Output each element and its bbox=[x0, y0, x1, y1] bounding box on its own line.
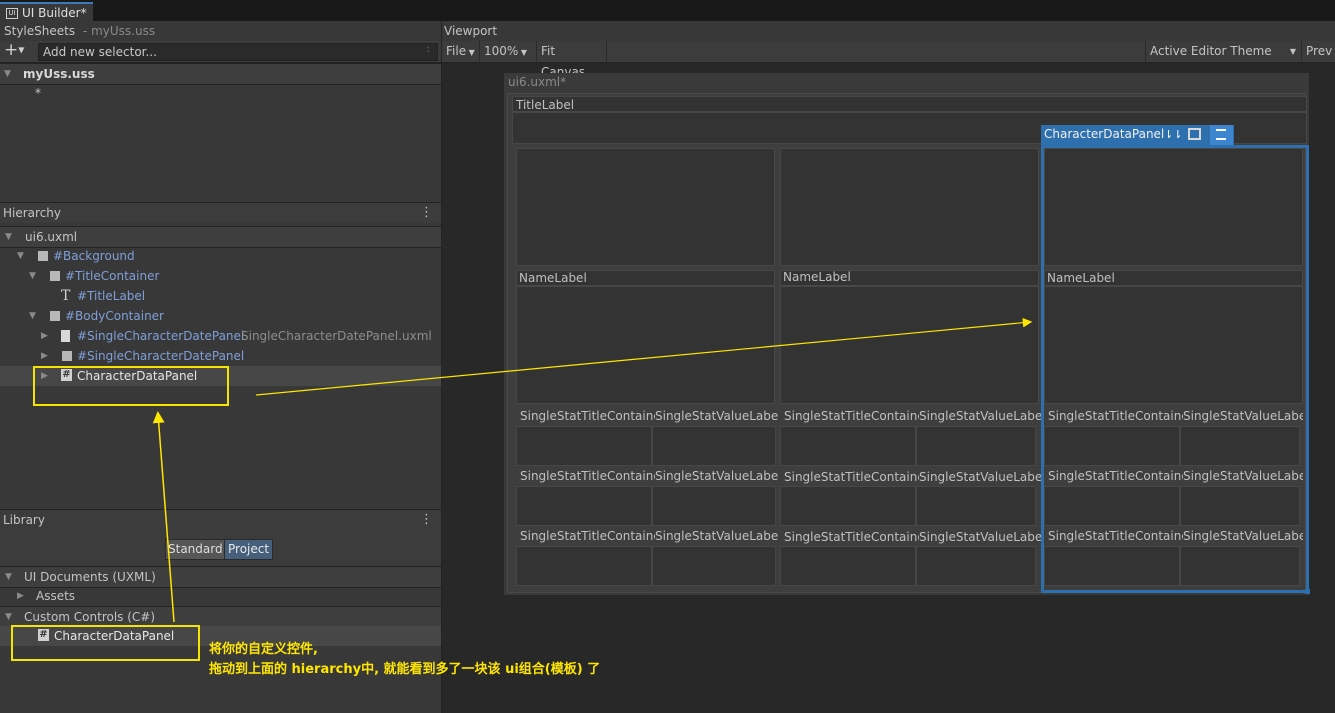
arrow-up bbox=[152, 411, 175, 623]
arrow-right bbox=[255, 317, 1033, 396]
annotation-line-2: 拖动到上面的 hierarchy中, 就能看到多了一块该 ui组合(模板) 了 bbox=[209, 662, 601, 677]
annotation-arrows bbox=[152, 317, 1033, 623]
annotation-line-1: 将你的自定义控件, bbox=[209, 642, 318, 657]
